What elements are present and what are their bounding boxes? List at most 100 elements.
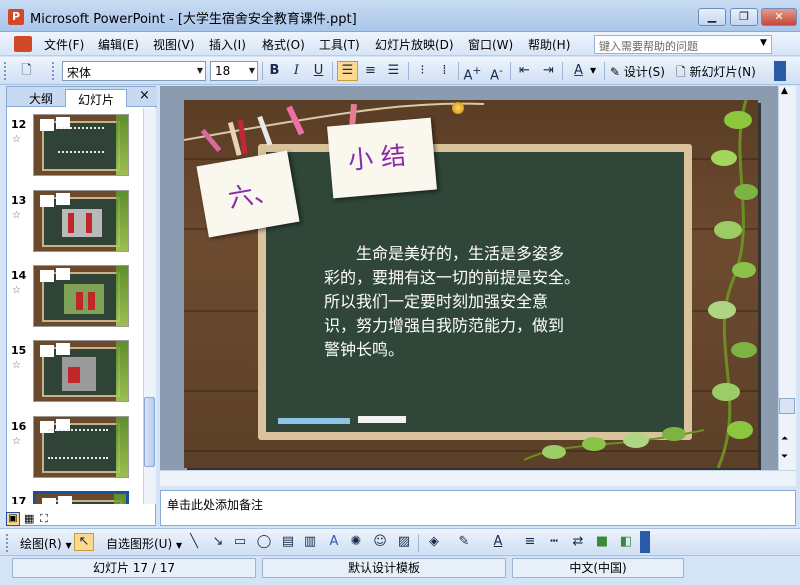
close-button[interactable]: ✕ [761, 8, 797, 26]
slide-body-text[interactable]: 生命是美好的，生活是多姿多 彩的，要拥有这一切的前提是安全。 所以我们一定要时刻… [324, 242, 634, 362]
new-slide-button[interactable]: 🗋 新幻灯片(N) [676, 63, 756, 84]
draw-menu-button[interactable]: 绘图(R) ▼ [20, 535, 72, 552]
diagram-icon[interactable]: ✺ [346, 533, 366, 551]
decrease-font-icon[interactable]: A- [486, 61, 507, 83]
clip-art-icon[interactable]: ☺ [370, 533, 390, 551]
line-color-icon[interactable]: ✎ [454, 533, 474, 551]
menu-view[interactable]: 视图(V) [153, 36, 195, 53]
chevron-down-icon: ▼ [65, 541, 72, 550]
current-slide[interactable]: 六、 小 结 生命是美好的，生活是多姿多 彩的，要拥有这一切的前提是安全。 所以… [184, 100, 758, 468]
numbered-list-icon[interactable]: ⁝ [412, 61, 433, 81]
autoshapes-button[interactable]: 自选图形(U) ▼ [106, 535, 182, 552]
slide-preview [33, 114, 129, 176]
menu-file[interactable]: 文件(F) [44, 36, 84, 53]
menu-slideshow[interactable]: 幻灯片放映(D) [375, 36, 454, 53]
menu-format[interactable]: 格式(O) [262, 36, 305, 53]
slide-thumbnail-selected[interactable]: 17 ☆ [7, 491, 143, 504]
body-line: 识，努力增强自我防范能力，做到 [324, 316, 565, 335]
scrollbar-thumb[interactable] [144, 397, 155, 467]
maximize-button[interactable]: ❐ [730, 8, 758, 26]
slide-thumbnail-list: 12 ☆ 13 ☆ 14 ☆ 15 ☆ 16 ☆ 17 [7, 108, 143, 504]
toolbar-separator [604, 62, 605, 80]
chalk-blue [278, 418, 350, 424]
next-slide-icon[interactable]: ⏷ [781, 452, 788, 462]
picture-icon[interactable]: ▨ [394, 533, 414, 551]
rectangle-tool-icon[interactable]: ▭ [230, 533, 250, 551]
design-button[interactable]: ✎ 设计(S) [610, 63, 665, 80]
increase-font-icon[interactable]: A+ [462, 61, 483, 83]
arrow-tool-icon[interactable]: ↘ [208, 533, 228, 551]
arrow-style-icon[interactable]: ⇄ [568, 533, 588, 551]
notes-pane[interactable]: 单击此处添加备注 [160, 490, 796, 526]
toolbar-grip[interactable] [6, 534, 10, 552]
slide-thumbnail[interactable]: 16 ☆ [7, 416, 143, 488]
menu-insert[interactable]: 插入(I) [209, 36, 246, 53]
autoshapes-label: 自选图形(U) [106, 537, 173, 551]
font-color-icon[interactable]: A [568, 61, 589, 81]
menu-help[interactable]: 帮助(H) [528, 36, 570, 53]
slide-sorter-icon[interactable]: ▦ [24, 512, 34, 525]
slide-thumbnail[interactable]: 13 ☆ [7, 190, 143, 262]
chevron-down-icon[interactable]: ▼ [590, 66, 596, 75]
text-box-icon[interactable]: ▤ [278, 533, 298, 551]
shadow-style-icon[interactable]: ■ [592, 533, 612, 551]
font-name-select[interactable]: 宋体 ▼ [62, 61, 206, 81]
underline-button[interactable]: U [308, 61, 329, 81]
slideshow-icon[interactable]: ⛶ [40, 512, 48, 526]
new-slide-label: 新幻灯片(N) [689, 65, 756, 79]
dash-style-icon[interactable]: ┅ [544, 533, 564, 551]
tab-slides[interactable]: 幻灯片 [65, 89, 127, 107]
scrollbar-thumb[interactable] [779, 398, 795, 414]
italic-button[interactable]: I [286, 61, 307, 81]
slide-thumbnail[interactable]: 15 ☆ [7, 340, 143, 412]
bold-button[interactable]: B [264, 61, 285, 81]
bulleted-list-icon[interactable]: ⁞ [434, 61, 455, 81]
document-menu-icon[interactable] [14, 36, 32, 52]
toolbar-options-icon[interactable] [774, 61, 786, 81]
toolbar-grip[interactable] [4, 62, 8, 80]
vertical-text-box-icon[interactable]: ▥ [300, 533, 320, 551]
align-right-icon[interactable]: ☰ [383, 61, 404, 81]
menu-edit[interactable]: 编辑(E) [98, 36, 139, 53]
slide-thumbnail[interactable]: 14 ☆ [7, 265, 143, 337]
formatting-toolbar: 🗋 宋体 ▼ 18 ▼ B I U ☰ ≡ ☰ ⁝ ⁞ A+ A- ⇤ ⇥ A … [0, 57, 800, 85]
slides-pane: 大纲 幻灯片 × 12 ☆ 13 ☆ 14 ☆ 15 ☆ 16 ☆ 17 [6, 86, 157, 526]
animation-star-icon: ☆ [12, 360, 21, 371]
increase-indent-icon[interactable]: ⇥ [538, 61, 559, 81]
decrease-indent-icon[interactable]: ⇤ [514, 61, 535, 81]
slide-number: 15 [11, 344, 27, 357]
animation-star-icon: ☆ [12, 134, 21, 145]
slide-number: 14 [11, 269, 27, 282]
font-color-icon[interactable]: A [488, 533, 508, 551]
help-search-input[interactable]: 键入需要帮助的问题 [594, 35, 772, 54]
slide-number: 12 [11, 118, 27, 131]
menu-tools[interactable]: 工具(T) [319, 36, 360, 53]
fill-color-icon[interactable]: ◈ [424, 533, 444, 551]
help-dropdown-icon[interactable]: ▼ [760, 38, 767, 48]
3d-style-icon[interactable]: ◧ [616, 533, 636, 551]
menu-window[interactable]: 窗口(W) [468, 36, 513, 53]
wordart-icon[interactable]: A [324, 533, 344, 551]
font-size-select[interactable]: 18 ▼ [210, 61, 258, 81]
language-indicator: 中文(中国) [512, 558, 684, 578]
line-style-icon[interactable]: ≡ [520, 533, 540, 551]
normal-view-icon[interactable]: ▣ [6, 512, 20, 526]
oval-tool-icon[interactable]: ◯ [254, 533, 274, 551]
animation-star-icon: ☆ [12, 210, 21, 221]
toolbar-grip[interactable] [52, 62, 56, 80]
line-tool-icon[interactable]: ╲ [184, 533, 204, 551]
powerpoint-icon[interactable]: P [8, 9, 24, 25]
slide-thumbnail[interactable]: 12 ☆ [7, 114, 143, 186]
previous-slide-icon[interactable]: ⏶ [781, 434, 788, 444]
minimize-button[interactable]: ▁ [698, 8, 726, 26]
toolbar-separator [418, 534, 419, 552]
toolbar-options-icon[interactable] [640, 531, 650, 553]
select-pointer-icon[interactable]: ↖ [74, 533, 94, 551]
pane-close-icon[interactable]: × [139, 88, 150, 103]
horizontal-scrollbar[interactable] [160, 470, 796, 486]
new-document-icon[interactable]: 🗋 [16, 61, 37, 81]
align-center-icon[interactable]: ≡ [360, 61, 381, 81]
align-left-icon[interactable]: ☰ [337, 61, 358, 81]
tab-outline[interactable]: 大纲 [19, 89, 63, 107]
scroll-up-icon[interactable]: ▲ [781, 86, 788, 96]
